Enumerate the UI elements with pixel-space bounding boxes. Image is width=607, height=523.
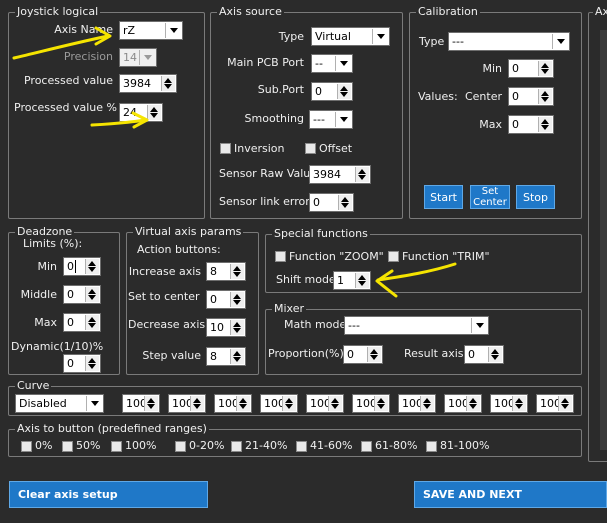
annotation-arrows (12, 26, 457, 298)
arrow-to-axis-name (12, 34, 110, 60)
arrow-to-shift-mode-head (375, 269, 398, 298)
